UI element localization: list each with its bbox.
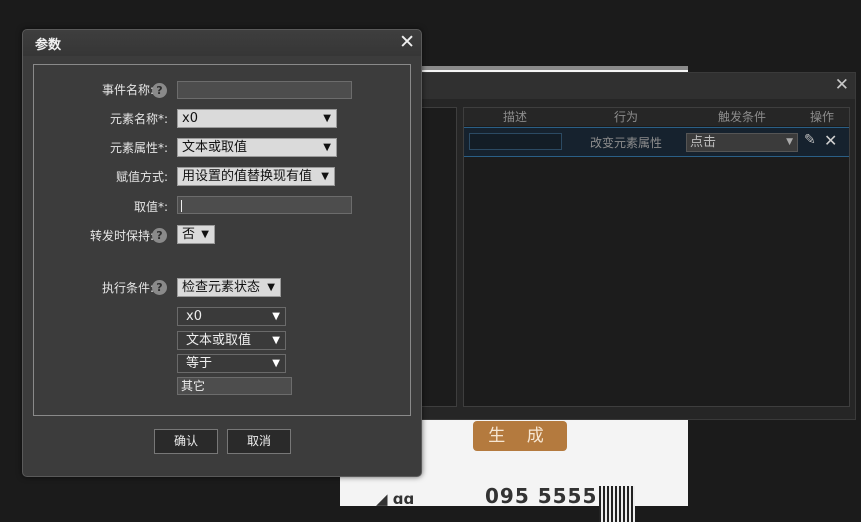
edit-icon[interactable]: ✎ xyxy=(804,132,816,148)
condition-element-select[interactable]: x0 ▼ xyxy=(177,307,286,326)
dialog-title: 参数 xyxy=(35,38,62,53)
element-attr-label: 元素属性*: xyxy=(109,141,168,155)
chevron-down-icon: ▼ xyxy=(786,137,793,147)
interaction-panel: ✕ 描述 行为 触发条件 操作 改变元素属性 点击 ▼ ✎ ✕ xyxy=(416,72,856,420)
value-label: 取值*: xyxy=(133,200,168,214)
close-icon[interactable]: ✕ xyxy=(835,76,849,94)
help-icon[interactable]: ? xyxy=(152,280,167,295)
column-header-description: 描述 xyxy=(503,110,528,124)
element-name-select[interactable]: x0 ▼ xyxy=(177,109,337,128)
interaction-table: 描述 行为 触发条件 操作 改变元素属性 点击 ▼ ✎ ✕ xyxy=(463,107,850,407)
qr-code xyxy=(599,486,635,522)
confirm-button[interactable]: 确认 xyxy=(154,429,218,454)
generate-button[interactable]: 生 成 xyxy=(473,421,567,451)
params-form: 事件名称: ? 元素名称*: x0 ▼ 元素属性*: 文本或取值 ▼ 赋值方式:… xyxy=(33,64,411,416)
element-name-value: x0 xyxy=(182,111,198,126)
cancel-button[interactable]: 取消 xyxy=(227,429,291,454)
condition-operator-value: 等于 xyxy=(186,356,213,371)
chevron-down-icon: ▼ xyxy=(272,335,280,346)
chevron-down-icon: ▼ xyxy=(321,171,329,182)
description-input[interactable] xyxy=(469,133,562,150)
close-icon[interactable]: ✕ xyxy=(399,32,415,52)
action-cell: 改变元素属性 xyxy=(590,136,663,150)
trigger-select[interactable]: 点击 ▼ xyxy=(686,133,798,152)
trigger-select-value: 点击 xyxy=(690,135,717,150)
help-icon[interactable]: ? xyxy=(152,83,167,98)
keep-on-forward-label: 转发时保持: xyxy=(89,229,154,243)
element-attr-value: 文本或取值 xyxy=(182,140,248,155)
help-icon[interactable]: ? xyxy=(152,228,167,243)
keep-on-forward-value: 否 xyxy=(182,227,196,242)
phone-logo: ◢ ɑɑ xyxy=(376,490,415,508)
element-name-label: 元素名称*: xyxy=(109,112,168,126)
chevron-down-icon: ▼ xyxy=(323,142,331,153)
condition-attribute-value: 文本或取值 xyxy=(186,333,252,348)
chevron-down-icon: ▼ xyxy=(272,311,280,322)
table-header: 描述 行为 触发条件 操作 xyxy=(464,108,849,126)
exec-condition-label: 执行条件: xyxy=(101,281,154,295)
condition-attribute-select[interactable]: 文本或取值 ▼ xyxy=(177,331,286,350)
phone-number-text: 095 5555 xyxy=(485,484,598,508)
column-header-trigger: 触发条件 xyxy=(718,110,767,124)
interaction-panel-header: ✕ xyxy=(417,73,855,99)
exec-condition-select[interactable]: 检查元素状态 ▼ xyxy=(177,278,281,297)
chevron-down-icon: ▼ xyxy=(201,229,209,240)
assign-method-value: 用设置的值替换现有值 xyxy=(182,169,313,184)
text-cursor xyxy=(181,199,182,212)
assign-method-label: 赋值方式: xyxy=(115,170,168,184)
element-attr-select[interactable]: 文本或取值 ▼ xyxy=(177,138,337,157)
table-row[interactable]: 改变元素属性 点击 ▼ ✎ ✕ xyxy=(464,127,849,157)
chevron-down-icon: ▼ xyxy=(272,358,280,369)
interaction-event-list xyxy=(417,107,457,407)
chevron-down-icon: ▼ xyxy=(323,113,331,124)
keep-on-forward-select[interactable]: 否 ▼ xyxy=(177,225,215,244)
params-dialog: 参数 ✕ 事件名称: ? 元素名称*: x0 ▼ 元素属性*: 文本或取值 ▼ … xyxy=(22,29,422,477)
event-name-input[interactable] xyxy=(177,81,352,99)
delete-icon[interactable]: ✕ xyxy=(824,131,837,150)
column-header-operation: 操作 xyxy=(810,110,835,124)
assign-method-select[interactable]: 用设置的值替换现有值 ▼ xyxy=(177,167,335,186)
condition-value-input[interactable]: 其它 xyxy=(177,377,292,395)
exec-condition-value: 检查元素状态 xyxy=(182,280,261,295)
dialog-title-bar: 参数 ✕ xyxy=(23,30,421,56)
column-header-action: 行为 xyxy=(614,110,639,124)
event-name-label: 事件名称: xyxy=(101,83,154,97)
condition-element-value: x0 xyxy=(186,309,202,324)
chevron-down-icon: ▼ xyxy=(267,282,275,293)
condition-operator-select[interactable]: 等于 ▼ xyxy=(177,354,286,373)
value-input[interactable] xyxy=(177,196,352,214)
